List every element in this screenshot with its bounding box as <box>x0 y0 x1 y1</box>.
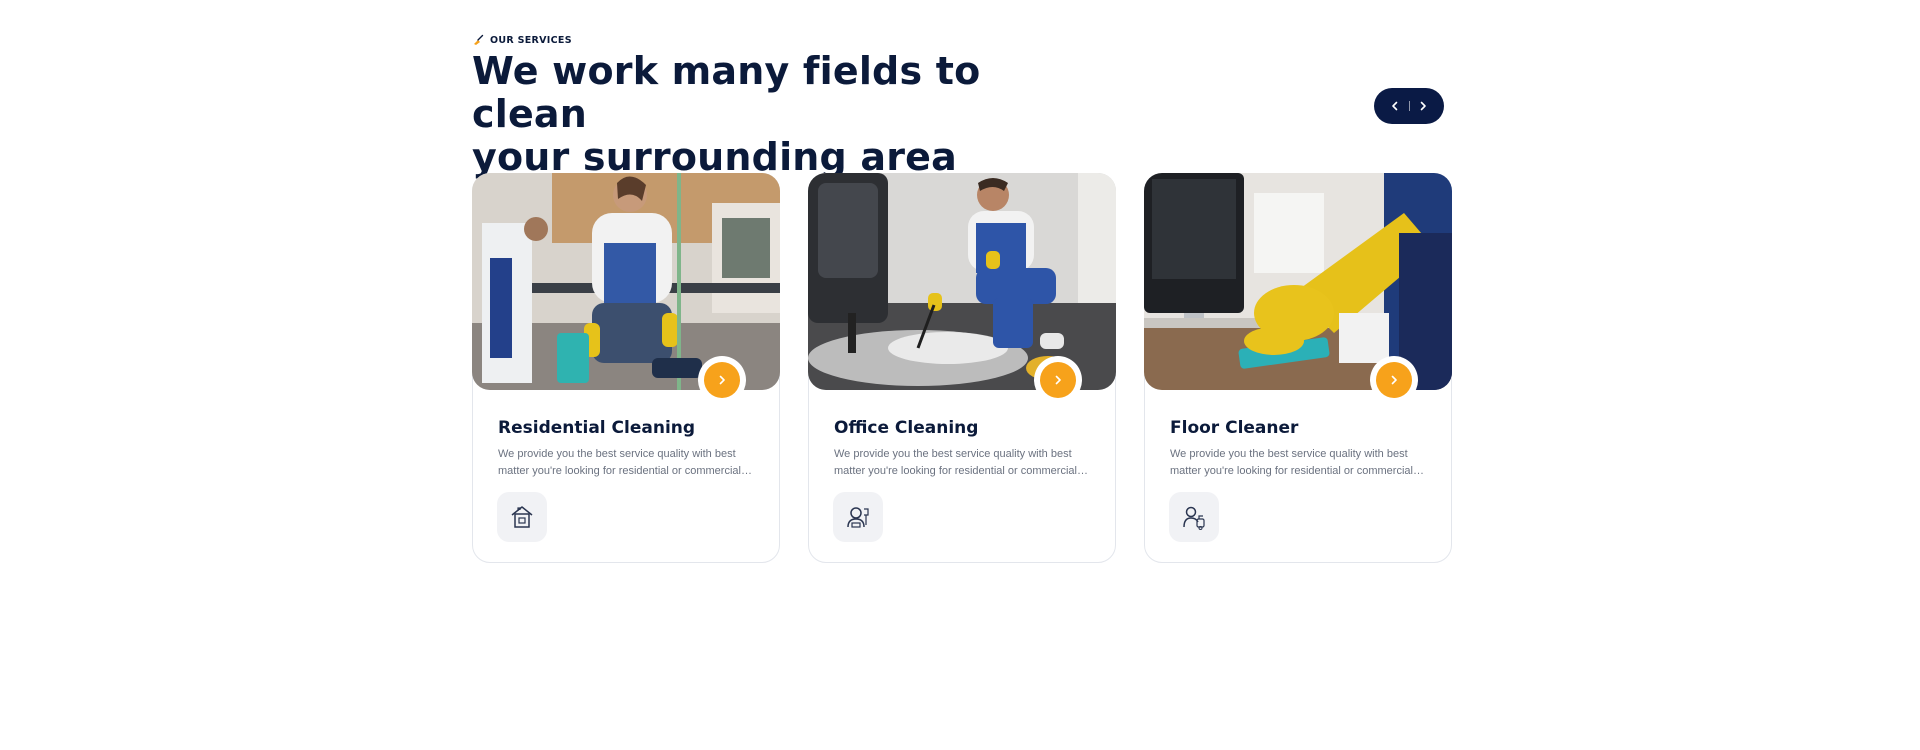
chevron-right-icon <box>1391 375 1397 385</box>
service-card-office[interactable]: Office Cleaning We provide you the best … <box>808 173 1116 563</box>
eyebrow-label: OUR SERVICES <box>490 34 572 46</box>
service-title: Office Cleaning <box>834 418 979 438</box>
carousel-next-button[interactable] <box>1416 99 1430 113</box>
service-description: We provide you the best service quality … <box>1170 448 1413 477</box>
cleaner-vacuuming-office-photo <box>472 173 780 390</box>
carousel-prev-button[interactable] <box>1388 99 1402 113</box>
chevron-right-icon <box>1420 101 1426 111</box>
chevron-right-icon <box>719 375 725 385</box>
service-title: Floor Cleaner <box>1170 418 1299 438</box>
service-description: We provide you the best service quality … <box>834 448 1077 477</box>
arrow-button[interactable] <box>704 362 740 398</box>
broom-icon <box>474 34 484 45</box>
cleaner-spray-icon <box>1183 506 1205 530</box>
chevron-left-icon <box>1392 101 1398 111</box>
section-eyebrow: OUR SERVICES <box>472 34 572 46</box>
carousel-nav <box>1374 88 1444 124</box>
service-icon-badge <box>833 492 883 542</box>
service-icon-badge <box>1169 492 1219 542</box>
service-card-residential[interactable]: Residential Cleaning We provide you the … <box>472 173 780 563</box>
heading-line-1: We work many fields to clean <box>472 49 981 136</box>
arrow-button[interactable] <box>1376 362 1412 398</box>
service-card-floor[interactable]: Floor Cleaner We provide you the best se… <box>1144 173 1452 563</box>
chevron-right-icon <box>1055 375 1061 385</box>
section-heading: We work many fields to clean your surrou… <box>472 50 1092 179</box>
services-section: OUR SERVICES We work many fields to clea… <box>472 0 1452 750</box>
service-card-link <box>1034 356 1082 404</box>
service-icon-badge <box>497 492 547 542</box>
house-icon <box>511 506 533 528</box>
gloved-hand-wiping-desk-photo <box>1144 173 1452 390</box>
arrow-button[interactable] <box>1040 362 1076 398</box>
office-worker-icon <box>847 507 869 528</box>
service-card-link <box>698 356 746 404</box>
cleaner-steam-cleaning-floor-photo <box>808 173 1116 390</box>
service-description: We provide you the best service quality … <box>498 448 741 477</box>
service-title: Residential Cleaning <box>498 418 696 438</box>
carousel-nav-divider <box>1408 101 1410 111</box>
service-card-link <box>1370 356 1418 404</box>
